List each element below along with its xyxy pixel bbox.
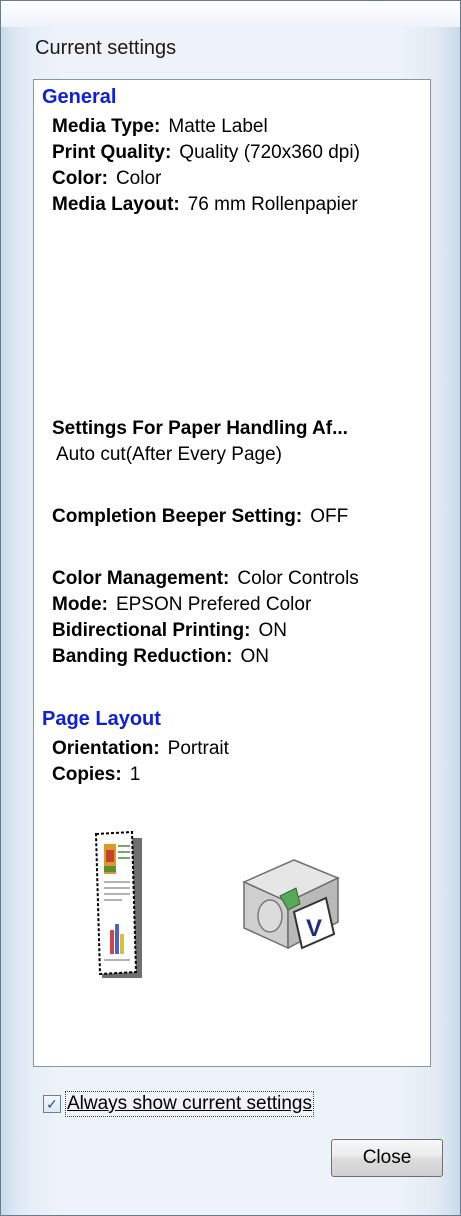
bidirectional-value: ON: [258, 620, 287, 641]
color-row: Color: Color: [52, 168, 161, 190]
banding-value: ON: [240, 646, 269, 667]
orientation-value: Portrait: [167, 738, 229, 759]
beeper-value: OFF: [310, 506, 349, 527]
settings-panel: General Media Type: Matte Label Print Qua…: [33, 79, 431, 1067]
mode-row: Mode: EPSON Prefered Color: [52, 594, 311, 616]
print-quality-value: Quality (720x360 dpi): [179, 142, 360, 163]
print-quality-row: Print Quality: Quality (720x360 dpi): [52, 142, 360, 164]
orientation-key: Orientation:: [52, 738, 160, 759]
svg-text:V: V: [306, 915, 322, 942]
beeper-key: Completion Beeper Setting:: [52, 506, 303, 527]
always-show-checkbox-row[interactable]: ✓ Always show current settings: [43, 1091, 314, 1117]
always-show-checkbox[interactable]: ✓: [43, 1095, 61, 1113]
banding-key: Banding Reduction:: [52, 646, 233, 667]
close-button[interactable]: Close: [331, 1139, 443, 1177]
color-management-row: Color Management: Color Controls: [52, 568, 359, 590]
copies-row: Copies: 1: [52, 764, 140, 786]
paper-handling-value: Auto cut(After Every Page): [56, 444, 282, 465]
media-type-key: Media Type:: [52, 116, 161, 137]
media-type-value: Matte Label: [168, 116, 268, 137]
always-show-label[interactable]: Always show current settings: [65, 1091, 314, 1117]
paper-handling-row: Settings For Paper Handling Af...: [52, 418, 348, 440]
color-management-key: Color Management:: [52, 568, 230, 589]
bidirectional-row: Bidirectional Printing: ON: [52, 620, 287, 642]
banding-row: Banding Reduction: ON: [52, 646, 269, 668]
media-layout-row: Media Layout: 76 mm Rollenpapier: [52, 194, 358, 216]
color-management-value: Color Controls: [237, 568, 359, 589]
window-title: Current settings: [35, 37, 177, 59]
print-quality-key: Print Quality:: [52, 142, 172, 163]
beeper-row: Completion Beeper Setting: OFF: [52, 506, 348, 528]
media-layout-value: 76 mm Rollenpapier: [187, 194, 358, 215]
media-type-row: Media Type: Matte Label: [52, 116, 268, 138]
bidirectional-key: Bidirectional Printing:: [52, 620, 251, 641]
color-key: Color:: [52, 168, 108, 189]
copies-key: Copies:: [52, 764, 122, 785]
paper-roll-preview-icon: [94, 830, 142, 978]
printer-icon: V: [242, 859, 340, 950]
paper-handling-key: Settings For Paper Handling Af...: [52, 418, 348, 439]
color-value: Color: [115, 168, 162, 189]
mode-key: Mode:: [52, 594, 108, 615]
section-page-layout-heading: Page Layout: [42, 708, 161, 730]
mode-value: EPSON Prefered Color: [115, 594, 312, 615]
media-layout-key: Media Layout:: [52, 194, 180, 215]
section-general-heading: General: [42, 86, 117, 108]
current-settings-window: Current settings General Media Type: Matt…: [0, 0, 461, 1216]
copies-value: 1: [129, 764, 141, 785]
orientation-row: Orientation: Portrait: [52, 738, 229, 760]
